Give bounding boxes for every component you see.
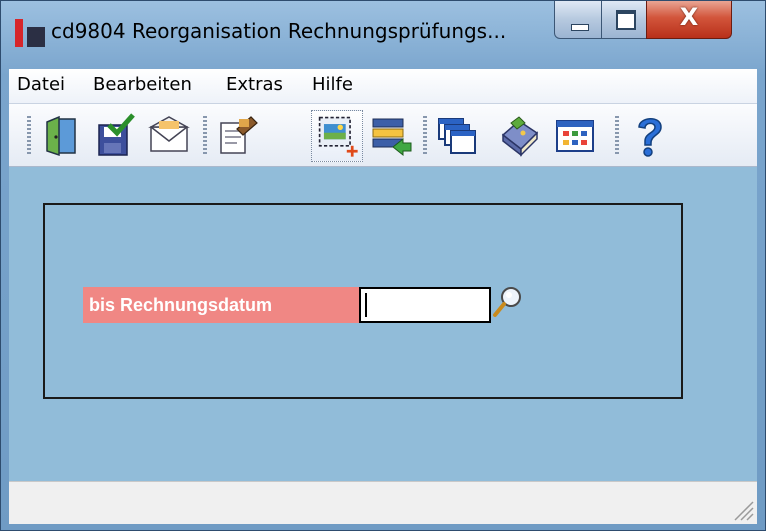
menu-bar: Datei Bearbeiten Extras Hilfe — [9, 69, 757, 104]
resize-grip-icon[interactable] — [731, 498, 755, 522]
maximize-icon — [616, 10, 636, 30]
minimize-icon — [571, 24, 589, 31]
envelope-icon[interactable] — [147, 113, 191, 159]
close-button[interactable]: X — [646, 1, 732, 39]
toolbar-grip[interactable] — [27, 116, 31, 156]
book-icon[interactable] — [497, 113, 541, 159]
toolbar-separator — [423, 116, 427, 156]
title-bar[interactable]: cd9804 Reorganisation Rechnungsprüfungs.… — [1, 1, 765, 59]
menu-extras[interactable]: Extras — [226, 74, 283, 95]
edit-document-icon[interactable] — [215, 113, 259, 159]
exit-door-icon[interactable] — [39, 113, 83, 159]
bis-rechnungsdatum-label: bis Rechnungsdatum — [83, 287, 365, 323]
toolbar — [9, 104, 757, 167]
import-list-icon[interactable] — [369, 113, 413, 159]
table-grid-icon[interactable] — [553, 113, 597, 159]
application-window: cd9804 Reorganisation Rechnungsprüfungs.… — [0, 0, 766, 531]
bis-rechnungsdatum-input[interactable] — [359, 287, 491, 323]
help-icon[interactable] — [627, 113, 671, 159]
window-title: cd9804 Reorganisation Rechnungsprüfungs.… — [51, 19, 507, 43]
windows-stack-icon[interactable] — [435, 113, 479, 159]
text-caret — [365, 293, 367, 317]
new-selection-icon[interactable] — [311, 110, 363, 162]
form-panel: bis Rechnungsdatum — [43, 203, 683, 399]
magnifier-icon[interactable] — [491, 283, 525, 323]
maximize-button[interactable] — [601, 1, 647, 39]
app-icon[interactable] — [15, 19, 45, 47]
client-area: bis Rechnungsdatum — [9, 167, 757, 481]
toolbar-separator — [203, 116, 207, 156]
menu-bearbeiten[interactable]: Bearbeiten — [93, 74, 192, 95]
menu-hilfe[interactable]: Hilfe — [312, 74, 353, 95]
close-icon: X — [679, 3, 699, 31]
save-check-icon[interactable] — [93, 113, 137, 159]
toolbar-separator — [615, 116, 619, 156]
minimize-button[interactable] — [554, 1, 602, 39]
status-bar — [9, 481, 757, 524]
menu-datei[interactable]: Datei — [17, 74, 65, 95]
